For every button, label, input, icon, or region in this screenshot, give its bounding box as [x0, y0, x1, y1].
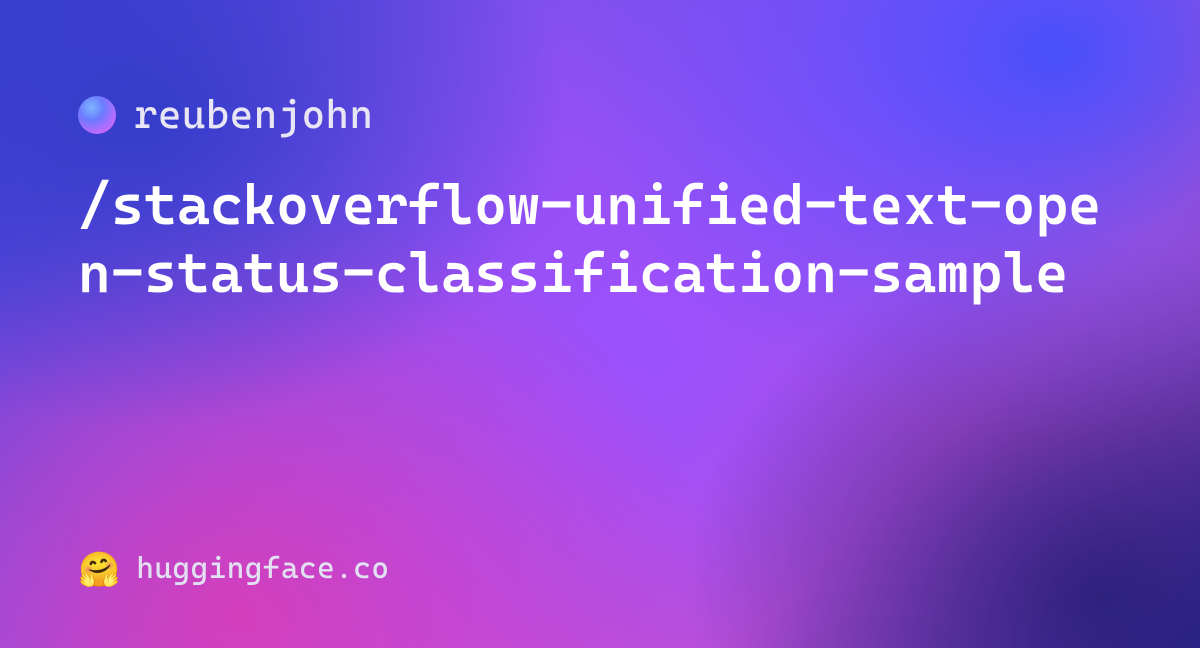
- owner-name: reubenjohn: [134, 92, 373, 138]
- footer-row: 🤗 huggingface.co: [78, 551, 389, 586]
- huggingface-emoji-icon: 🤗: [78, 552, 120, 586]
- repo-path: /stackoverflow-unified-text-open-status-…: [78, 172, 1122, 309]
- owner-row: reubenjohn: [78, 92, 1122, 138]
- avatar: [78, 96, 116, 134]
- site-label: huggingface.co: [136, 551, 389, 586]
- social-card: reubenjohn /stackoverflow-unified-text-o…: [0, 0, 1200, 648]
